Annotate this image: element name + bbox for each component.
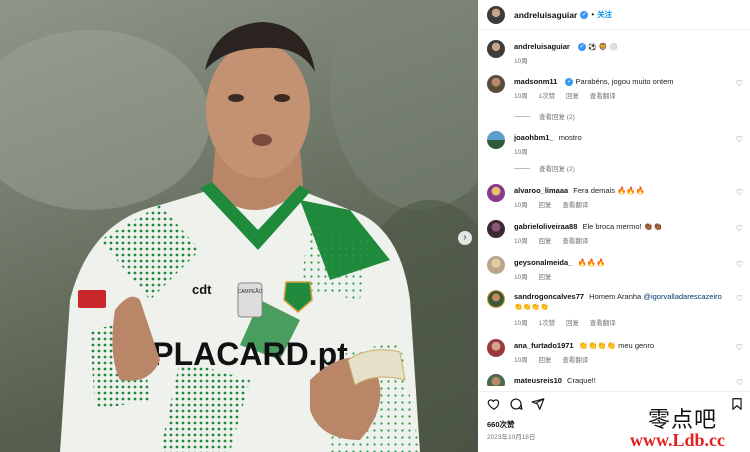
caption-text: ⚽ 🦁 ⚪ <box>588 44 619 51</box>
reply-button[interactable]: 回复 <box>566 320 579 327</box>
author-avatar[interactable] <box>487 5 505 24</box>
follow-button[interactable]: 关注 <box>597 9 612 20</box>
player-illustration: CAMPEÃO PLACARD.pt cdt <box>0 0 478 452</box>
comment-mention[interactable]: @igorvalladarescazeiro <box>643 292 721 301</box>
comment-icon[interactable] <box>509 397 523 411</box>
translate-button[interactable]: 查看翻译 <box>590 93 616 100</box>
comment-time: 10周 <box>514 93 528 100</box>
share-icon[interactable] <box>531 397 545 411</box>
author-avatar[interactable] <box>487 40 505 58</box>
comment-time: 10周 <box>514 357 528 364</box>
view-replies-label: 查看回复 (2) <box>539 114 575 121</box>
like-comment-icon[interactable]: ♡ <box>736 294 743 303</box>
comment-text: 🔥🔥🔥 <box>577 258 606 267</box>
comment-username[interactable]: alvaroo_limaaa <box>514 186 568 195</box>
reply-button[interactable]: 回复 <box>539 238 552 245</box>
view-replies-button[interactable]: 查看回复 (2) <box>514 111 575 121</box>
comment-text: Fera demais 🔥🔥🔥 <box>573 186 646 195</box>
verified-icon: ✓ <box>565 78 574 87</box>
commenter-avatar[interactable] <box>487 75 505 93</box>
comment-meta: 10周 1次赞 回复 查看翻译 <box>514 317 625 327</box>
comment-meta: 10周 回复 查看翻译 <box>514 354 597 364</box>
comment-meta: 10周 回复 查看翻译 <box>514 235 597 245</box>
comment-time: 10周 <box>514 238 528 245</box>
comment-time: 10周 <box>514 202 528 209</box>
replies-divider <box>514 115 530 117</box>
badge-text: CAMPEÃO <box>237 288 262 295</box>
comment-text: mostro <box>558 133 582 142</box>
post-header: andreluisaguiar ✓ • 关注 <box>478 0 750 30</box>
comment-text-emoji: 👏👏👏👏 <box>514 304 549 311</box>
translate-button[interactable]: 查看翻译 <box>590 320 616 327</box>
translate-button[interactable]: 查看翻译 <box>562 202 588 209</box>
post-date: 2023年10月18日 <box>487 434 536 441</box>
comment-likes[interactable]: 1次赞 <box>539 320 556 327</box>
view-replies-button[interactable]: 查看回复 (2) <box>514 163 575 173</box>
comment-text: 👏👏👏👏 meu genro <box>578 341 654 350</box>
reply-button[interactable]: 回复 <box>566 93 579 100</box>
watermark-url: www.Ldb.cc <box>630 430 726 450</box>
comment-meta: 10周 1次赞 回复 查看翻译 <box>514 90 625 100</box>
sleeve-sponsor: cdt <box>192 282 212 297</box>
comment-meta: 10周 <box>514 146 537 156</box>
view-replies-label: 查看回复 (2) <box>539 166 575 173</box>
like-comment-icon[interactable]: ♡ <box>736 343 743 352</box>
comment-username[interactable]: mateusreis10 <box>514 376 562 385</box>
like-comment-icon[interactable]: ♡ <box>736 188 743 197</box>
post-sidebar: andreluisaguiar ✓ • 关注 andreluisaguiar ✓… <box>478 0 750 452</box>
chevron-right-icon: › <box>463 232 467 243</box>
like-comment-icon[interactable]: ♡ <box>736 224 743 233</box>
commenter-avatar[interactable] <box>487 184 505 202</box>
author-username[interactable]: andreluisaguiar <box>514 10 577 20</box>
replies-divider <box>514 167 530 169</box>
comment-username[interactable]: ana_furtado1971 <box>514 341 574 350</box>
comment-likes[interactable]: 1次赞 <box>539 93 556 100</box>
comment-time: 10周 <box>514 274 528 281</box>
like-comment-icon[interactable]: ♡ <box>736 79 743 88</box>
comment-meta: 10周 <box>514 55 537 65</box>
comment-text: Homem Aranha <box>589 292 642 301</box>
comment-meta: 10周 回复 查看翻译 <box>514 199 597 209</box>
like-comment-icon[interactable]: ♡ <box>736 135 743 144</box>
commenter-avatar[interactable] <box>487 131 505 149</box>
separator: • <box>591 10 595 19</box>
comment-username[interactable]: joaohbm1_ <box>514 133 554 142</box>
next-photo-button[interactable]: › <box>458 231 472 245</box>
reply-button[interactable]: 回复 <box>539 274 552 281</box>
commenter-avatar[interactable] <box>487 290 505 308</box>
comment-time: 10周 <box>514 149 528 156</box>
commenter-avatar[interactable] <box>487 220 505 238</box>
comment-username[interactable]: madsonm11 <box>514 77 557 86</box>
comment-username[interactable]: gabrieloliveiraa88 <box>514 222 577 231</box>
verified-icon: ✓ <box>580 10 589 19</box>
comment-text: Parabéns, jogou muito ontem <box>575 77 674 86</box>
commenter-avatar[interactable] <box>487 256 505 274</box>
comment-time: 10周 <box>514 320 528 327</box>
reply-button[interactable]: 回复 <box>539 202 552 209</box>
like-comment-icon[interactable]: ♡ <box>736 260 743 269</box>
comment-meta: 10周 回复 <box>514 271 561 281</box>
comment-text: Craque!! <box>567 376 596 385</box>
shirt-sponsor: PLACARD.pt <box>152 336 348 372</box>
comment-text: Ele broca mermo! 👏🏾👏🏾 <box>582 222 663 231</box>
bookmark-icon[interactable] <box>730 397 744 411</box>
commenter-avatar[interactable] <box>487 339 505 357</box>
translate-button[interactable]: 查看翻译 <box>562 238 588 245</box>
commenter-avatar[interactable] <box>487 374 505 386</box>
verified-icon: ✓ <box>577 43 586 52</box>
heart-icon[interactable] <box>487 397 501 411</box>
post-photo[interactable]: CAMPEÃO PLACARD.pt cdt › <box>0 0 478 452</box>
caption-username[interactable]: andreluisaguiar <box>514 42 570 51</box>
like-comment-icon[interactable]: ♡ <box>736 378 743 386</box>
reply-button[interactable]: 回复 <box>539 357 552 364</box>
comment-time: 10周 <box>514 58 528 65</box>
comments-list[interactable]: andreluisaguiar ✓ ⚽ 🦁 ⚪ 10周 madsonm11 ✓ … <box>478 32 750 386</box>
likes-count[interactable]: 660次赞 <box>487 419 515 430</box>
translate-button[interactable]: 查看翻译 <box>562 357 588 364</box>
comment-username[interactable]: sandrogoncalves77 <box>514 292 584 301</box>
comment-username[interactable]: geysonalmeida_ <box>514 258 572 267</box>
